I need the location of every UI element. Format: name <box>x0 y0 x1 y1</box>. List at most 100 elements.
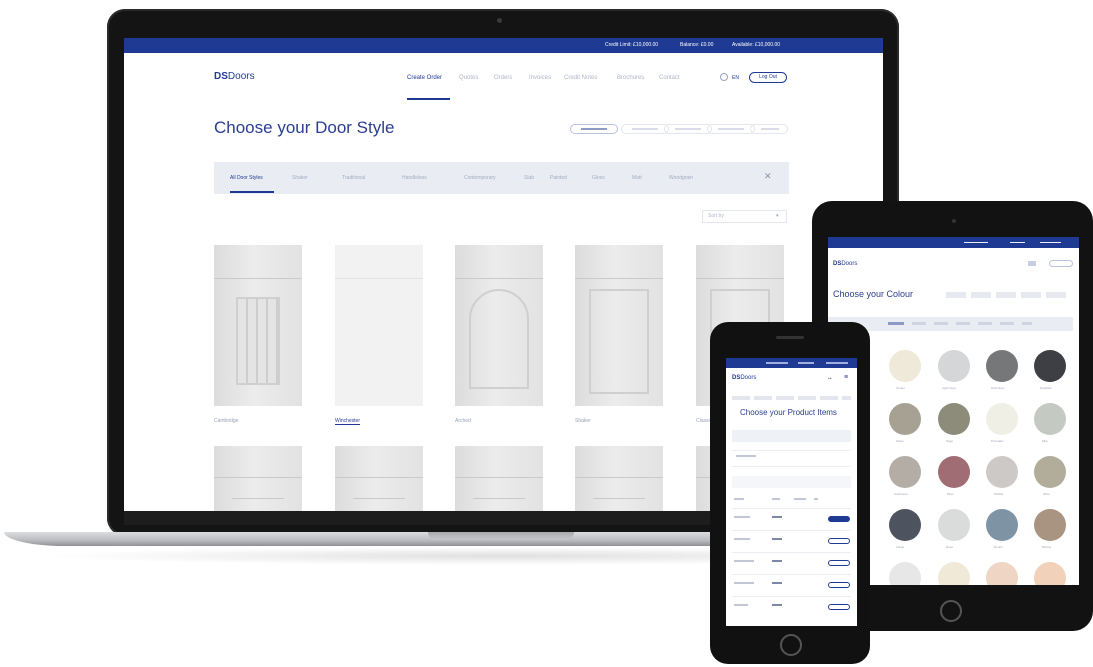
door-card[interactable] <box>575 446 663 511</box>
nav-quotes[interactable]: Quotes <box>459 75 478 81</box>
swatch-label: Porcelain <box>991 439 1004 443</box>
progress-step-3[interactable] <box>664 124 712 134</box>
table-row-name <box>734 604 748 606</box>
logout-button[interactable]: Log Out <box>749 72 787 83</box>
table-row-price <box>772 538 782 540</box>
language-selector[interactable]: EN <box>732 75 739 81</box>
phone-progress-steps[interactable] <box>732 396 851 400</box>
add-item-button[interactable] <box>828 560 850 566</box>
filter-tab-gloss[interactable]: Gloss <box>592 175 605 181</box>
colour-swatch[interactable] <box>986 403 1018 435</box>
colour-swatch[interactable] <box>986 509 1018 541</box>
colour-swatch[interactable] <box>889 350 921 382</box>
tablet-home-button[interactable] <box>940 600 962 622</box>
filter-tab-painted[interactable]: Painted <box>550 175 567 181</box>
tablet-filter-tabs[interactable] <box>912 322 1032 325</box>
add-item-button[interactable] <box>828 604 850 610</box>
door-label[interactable]: Arched <box>455 418 471 424</box>
filter-tab-handleless[interactable]: Handleless <box>402 175 427 181</box>
colour-swatch[interactable] <box>986 350 1018 382</box>
phone-page-title: Choose your Product Items <box>740 408 837 417</box>
nav-brochures[interactable]: Brochures <box>617 75 644 81</box>
colour-swatch[interactable] <box>1034 403 1066 435</box>
nav-contact[interactable]: Contact <box>659 75 680 81</box>
phone-logo[interactable]: DSDoors <box>732 375 756 381</box>
nav-invoices[interactable]: Invoices <box>529 75 551 81</box>
nav-credit-notes[interactable]: Credit Notes <box>564 75 597 81</box>
colour-swatch[interactable] <box>889 509 921 541</box>
phone-category-select[interactable] <box>732 476 851 488</box>
tablet-camera <box>952 219 956 223</box>
colour-swatch[interactable] <box>889 403 921 435</box>
table-row-name <box>734 582 754 584</box>
filter-tab-slab[interactable]: Slab <box>524 175 534 181</box>
door-card-cambridge[interactable] <box>214 245 302 406</box>
progress-step-1[interactable] <box>570 124 618 134</box>
table-row-price <box>772 604 782 606</box>
door-card-shaker[interactable] <box>575 245 663 406</box>
swatch-label: Indigo <box>896 545 905 549</box>
colour-swatch[interactable] <box>938 456 970 488</box>
colour-swatch[interactable] <box>938 509 970 541</box>
colour-swatch[interactable] <box>986 562 1018 585</box>
progress-step-2[interactable] <box>621 124 669 134</box>
nav-create-order[interactable]: Create Order <box>407 75 442 81</box>
door-card-arched[interactable] <box>455 245 543 406</box>
colour-swatch[interactable] <box>1034 562 1066 585</box>
filter-tab-all[interactable]: All Door Styles <box>230 175 263 181</box>
table-row-price <box>772 516 782 518</box>
swatch-label: Light Grey <box>942 386 956 390</box>
tablet-logout-button[interactable] <box>1049 260 1073 267</box>
globe-icon[interactable] <box>720 73 728 81</box>
tablet-logo[interactable]: DSDoors <box>833 261 857 267</box>
sort-dropdown[interactable]: Sort by <box>702 210 787 223</box>
phone-language-selector[interactable]: ▪▪ <box>828 376 832 382</box>
add-item-button[interactable] <box>828 582 850 588</box>
swatch-label: Plum <box>947 492 954 496</box>
filter-tab-traditional[interactable]: Traditional <box>342 175 365 181</box>
progress-step-5[interactable] <box>750 124 788 134</box>
filter-tab-contemporary[interactable]: Contemporary <box>464 175 496 181</box>
door-label-selected[interactable]: Winchester <box>335 418 361 425</box>
phone-home-button[interactable] <box>780 634 802 656</box>
progress-step-4[interactable] <box>707 124 755 134</box>
colour-swatch[interactable] <box>986 456 1018 488</box>
filter-tab-matt[interactable]: Matt <box>632 175 642 181</box>
colour-swatch[interactable] <box>889 456 921 488</box>
colour-swatch[interactable] <box>1034 456 1066 488</box>
logo[interactable]: DSDoors <box>214 71 255 82</box>
door-label[interactable]: Cambridge <box>214 418 238 424</box>
tablet-language-selector[interactable] <box>1028 261 1036 266</box>
swatch-label: Pebble <box>994 492 1004 496</box>
door-card[interactable] <box>455 446 543 511</box>
hamburger-menu-icon[interactable]: ≡ <box>844 374 848 381</box>
table-header-cell <box>814 498 818 500</box>
door-card-winchester[interactable] <box>335 245 423 406</box>
tablet-progress-steps[interactable] <box>946 292 1071 298</box>
tablet-filter-tab-active[interactable] <box>888 322 904 325</box>
door-card[interactable] <box>335 446 423 511</box>
colour-swatch[interactable] <box>1034 350 1066 382</box>
table-row-price <box>772 560 782 562</box>
phone-screen: DSDoors ▪▪ ≡ Choose your Product Items <box>726 358 857 626</box>
filter-tab-woodgrain[interactable]: Woodgrain <box>669 175 693 181</box>
colour-swatch[interactable] <box>938 350 970 382</box>
colour-swatch[interactable] <box>938 403 970 435</box>
logo-mark: DS <box>214 71 228 82</box>
colour-swatch[interactable] <box>889 562 921 585</box>
door-label[interactable]: Shaker <box>575 418 591 424</box>
swatch-label: Cashmere <box>894 492 908 496</box>
table-row-price <box>772 582 782 584</box>
add-item-button[interactable] <box>828 516 850 522</box>
phone-search-input[interactable] <box>732 430 851 442</box>
close-icon[interactable]: ✕ <box>764 171 772 182</box>
colour-swatch[interactable] <box>1034 509 1066 541</box>
add-item-button[interactable] <box>828 538 850 544</box>
available-text: Available: £10,000.00 <box>732 42 781 48</box>
filter-active-indicator <box>230 191 274 193</box>
filter-tab-shaker[interactable]: Shaker <box>292 175 308 181</box>
door-card[interactable] <box>214 446 302 511</box>
phone-filter-label[interactable] <box>736 455 756 457</box>
colour-swatch[interactable] <box>938 562 970 585</box>
nav-orders[interactable]: Orders <box>494 75 512 81</box>
